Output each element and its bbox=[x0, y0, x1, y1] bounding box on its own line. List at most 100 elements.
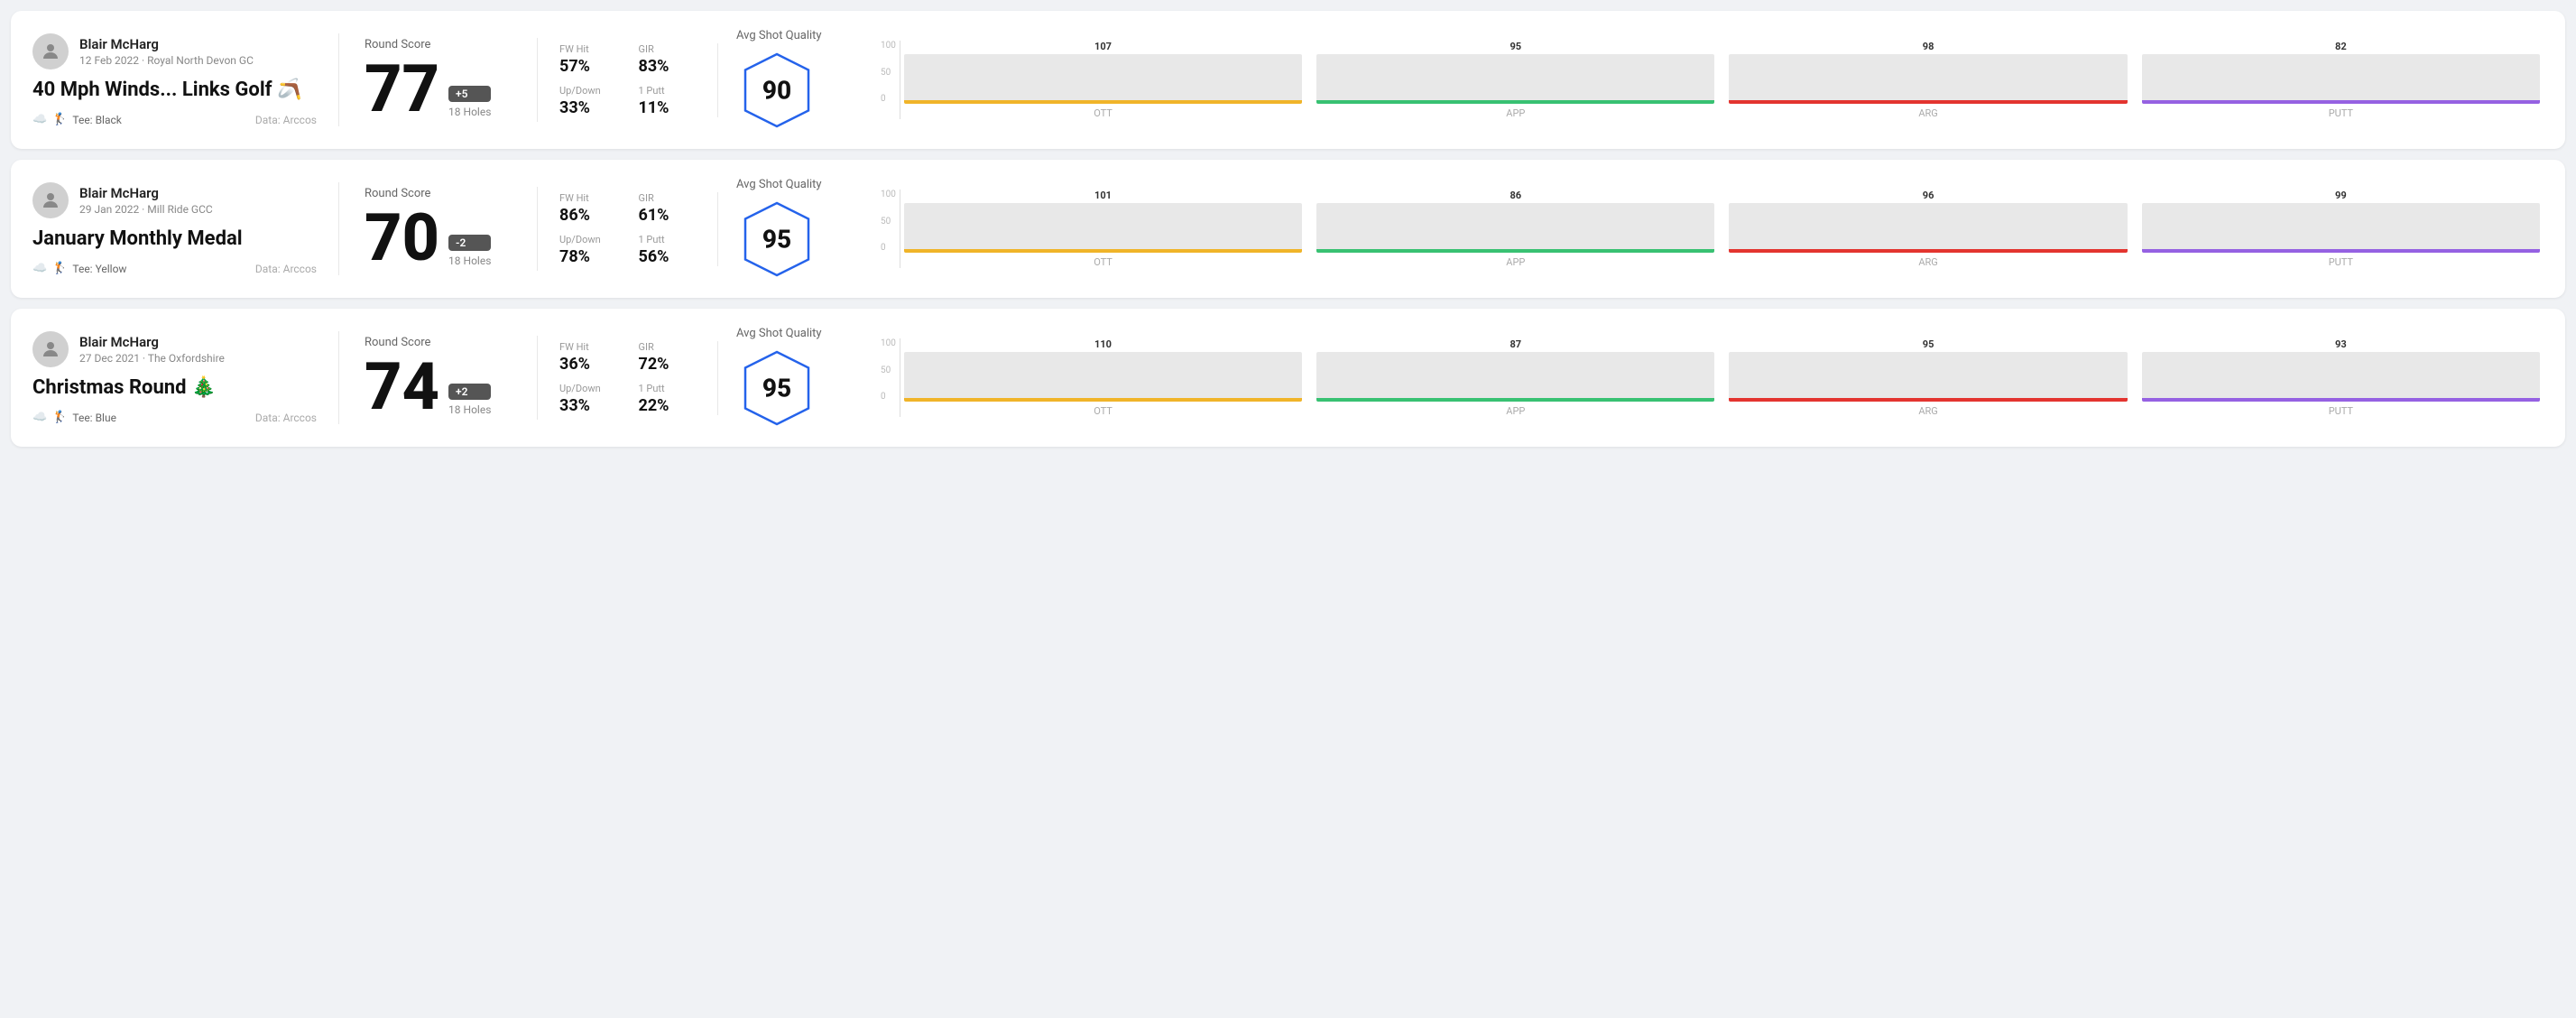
bar-x-label: PUTT bbox=[2142, 405, 2540, 417]
updown-stat: Up/Down 33% bbox=[559, 383, 617, 415]
score-section: Round Score 77 +5 18 Holes bbox=[339, 38, 538, 122]
tee-info: ☁️ 🏌 Tee: Blue bbox=[32, 411, 116, 424]
score-number: 74 bbox=[365, 355, 439, 420]
fw-hit-stat: FW Hit 57% bbox=[559, 43, 617, 76]
bar-x-label: APP bbox=[1316, 256, 1714, 268]
date-course: 27 Dec 2021 · The Oxfordshire bbox=[79, 352, 225, 365]
tee-info: ☁️ 🏌 Tee: Black bbox=[32, 113, 122, 126]
bottom-info-row: ☁️ 🏌 Tee: Yellow Data: Arccos bbox=[32, 262, 317, 275]
bar-col: 95 bbox=[1316, 41, 1714, 104]
fw-hit-value: 57% bbox=[559, 57, 617, 76]
round-card: Blair McHarg 29 Jan 2022 · Mill Ride GCC… bbox=[11, 160, 2565, 298]
round-score-label: Round Score bbox=[365, 336, 512, 349]
bar-x-label: ARG bbox=[1729, 107, 2127, 119]
bar-col: 99 bbox=[2142, 190, 2540, 253]
bar-top-value: 98 bbox=[1923, 41, 1934, 52]
updown-value: 78% bbox=[559, 247, 617, 266]
gir-label: GIR bbox=[639, 341, 697, 353]
bar-chart: 100 50 0 110 bbox=[881, 338, 2544, 417]
bar-top-value: 110 bbox=[1094, 338, 1112, 350]
gir-label: GIR bbox=[639, 43, 697, 55]
bar-indicator bbox=[1729, 249, 2127, 253]
gir-value: 83% bbox=[639, 57, 697, 76]
date-course: 12 Feb 2022 · Royal North Devon GC bbox=[79, 54, 254, 67]
user-name: Blair McHarg bbox=[79, 185, 213, 201]
score-number: 77 bbox=[365, 57, 439, 122]
bar-indicator bbox=[1729, 398, 2127, 402]
updown-value: 33% bbox=[559, 98, 617, 117]
holes-label: 18 Holes bbox=[448, 106, 491, 118]
oneputt-value: 22% bbox=[639, 396, 697, 415]
bar-x-label: APP bbox=[1316, 107, 1714, 119]
score-detail: +2 18 Holes bbox=[448, 384, 491, 420]
tee-label: Tee: Black bbox=[72, 114, 121, 126]
updown-stat: Up/Down 78% bbox=[559, 234, 617, 266]
bar-top-value: 107 bbox=[1094, 41, 1112, 52]
hexagon-shape: 95 bbox=[736, 199, 817, 280]
bar-background bbox=[904, 352, 1302, 402]
bar-background bbox=[2142, 203, 2540, 253]
bar-indicator bbox=[904, 100, 1302, 104]
user-name: Blair McHarg bbox=[79, 334, 225, 350]
updown-stat: Up/Down 33% bbox=[559, 85, 617, 117]
avatar bbox=[32, 33, 69, 69]
round-title: 40 Mph Winds... Links Golf 🪃 bbox=[32, 79, 317, 102]
fw-hit-label: FW Hit bbox=[559, 192, 617, 204]
oneputt-stat: 1 Putt 11% bbox=[639, 85, 697, 117]
bar-indicator bbox=[1316, 398, 1714, 402]
bar-top-value: 95 bbox=[1923, 338, 1934, 350]
avatar bbox=[32, 182, 69, 218]
fw-hit-label: FW Hit bbox=[559, 341, 617, 353]
bar-indicator bbox=[2142, 398, 2540, 402]
updown-label: Up/Down bbox=[559, 85, 617, 97]
bottom-info-row: ☁️ 🏌 Tee: Blue Data: Arccos bbox=[32, 411, 317, 424]
quality-section: Avg Shot Quality 90 bbox=[718, 29, 881, 131]
stats-grid: FW Hit 36% GIR 72% Up/Down 33% 1 Putt 22… bbox=[559, 341, 696, 415]
score-main: 70 -2 18 Holes bbox=[365, 206, 512, 271]
cloud-icon: ☁️ bbox=[32, 262, 47, 275]
bar-x-label: ARG bbox=[1729, 256, 2127, 268]
score-main: 74 +2 18 Holes bbox=[365, 355, 512, 420]
oneputt-value: 11% bbox=[639, 98, 697, 117]
holes-label: 18 Holes bbox=[448, 403, 491, 416]
bar-top-value: 86 bbox=[1510, 190, 1521, 201]
round-info: Blair McHarg 29 Jan 2022 · Mill Ride GCC… bbox=[32, 182, 339, 275]
data-source: Data: Arccos bbox=[255, 263, 317, 275]
wind-icon: 🏌 bbox=[52, 113, 67, 126]
bar-col: 107 bbox=[904, 41, 1302, 104]
fw-hit-value: 86% bbox=[559, 206, 617, 225]
cloud-icon: ☁️ bbox=[32, 113, 47, 126]
score-diff-badge: +5 bbox=[448, 86, 491, 102]
fw-hit-stat: FW Hit 86% bbox=[559, 192, 617, 225]
bar-col: 82 bbox=[2142, 41, 2540, 104]
round-score-label: Round Score bbox=[365, 38, 512, 51]
user-row: Blair McHarg 29 Jan 2022 · Mill Ride GCC bbox=[32, 182, 317, 218]
avatar bbox=[32, 331, 69, 367]
stats-grid: FW Hit 57% GIR 83% Up/Down 33% 1 Putt 11… bbox=[559, 43, 696, 117]
x-axis-labels: OTT APP ARG PUTT bbox=[900, 253, 2544, 268]
bar-indicator bbox=[2142, 249, 2540, 253]
round-card: Blair McHarg 27 Dec 2021 · The Oxfordshi… bbox=[11, 309, 2565, 447]
bar-indicator bbox=[1316, 100, 1714, 104]
wind-icon: 🏌 bbox=[52, 411, 67, 424]
bar-background bbox=[904, 203, 1302, 253]
bar-background bbox=[904, 54, 1302, 104]
bar-background bbox=[1729, 203, 2127, 253]
stats-section: FW Hit 57% GIR 83% Up/Down 33% 1 Putt 11… bbox=[538, 43, 718, 117]
score-section: Round Score 74 +2 18 Holes bbox=[339, 336, 538, 420]
quality-score-value: 90 bbox=[762, 76, 791, 106]
user-row: Blair McHarg 12 Feb 2022 · Royal North D… bbox=[32, 33, 317, 69]
bar-top-value: 96 bbox=[1923, 190, 1934, 201]
quality-label: Avg Shot Quality bbox=[736, 327, 822, 340]
gir-value: 72% bbox=[639, 355, 697, 374]
bar-col: 110 bbox=[904, 338, 1302, 402]
updown-label: Up/Down bbox=[559, 383, 617, 394]
user-details: Blair McHarg 27 Dec 2021 · The Oxfordshi… bbox=[79, 334, 225, 365]
tee-info: ☁️ 🏌 Tee: Yellow bbox=[32, 262, 126, 275]
user-details: Blair McHarg 12 Feb 2022 · Royal North D… bbox=[79, 36, 254, 67]
score-main: 77 +5 18 Holes bbox=[365, 57, 512, 122]
gir-stat: GIR 61% bbox=[639, 192, 697, 225]
bar-x-label: PUTT bbox=[2142, 107, 2540, 119]
user-row: Blair McHarg 27 Dec 2021 · The Oxfordshi… bbox=[32, 331, 317, 367]
gir-stat: GIR 83% bbox=[639, 43, 697, 76]
